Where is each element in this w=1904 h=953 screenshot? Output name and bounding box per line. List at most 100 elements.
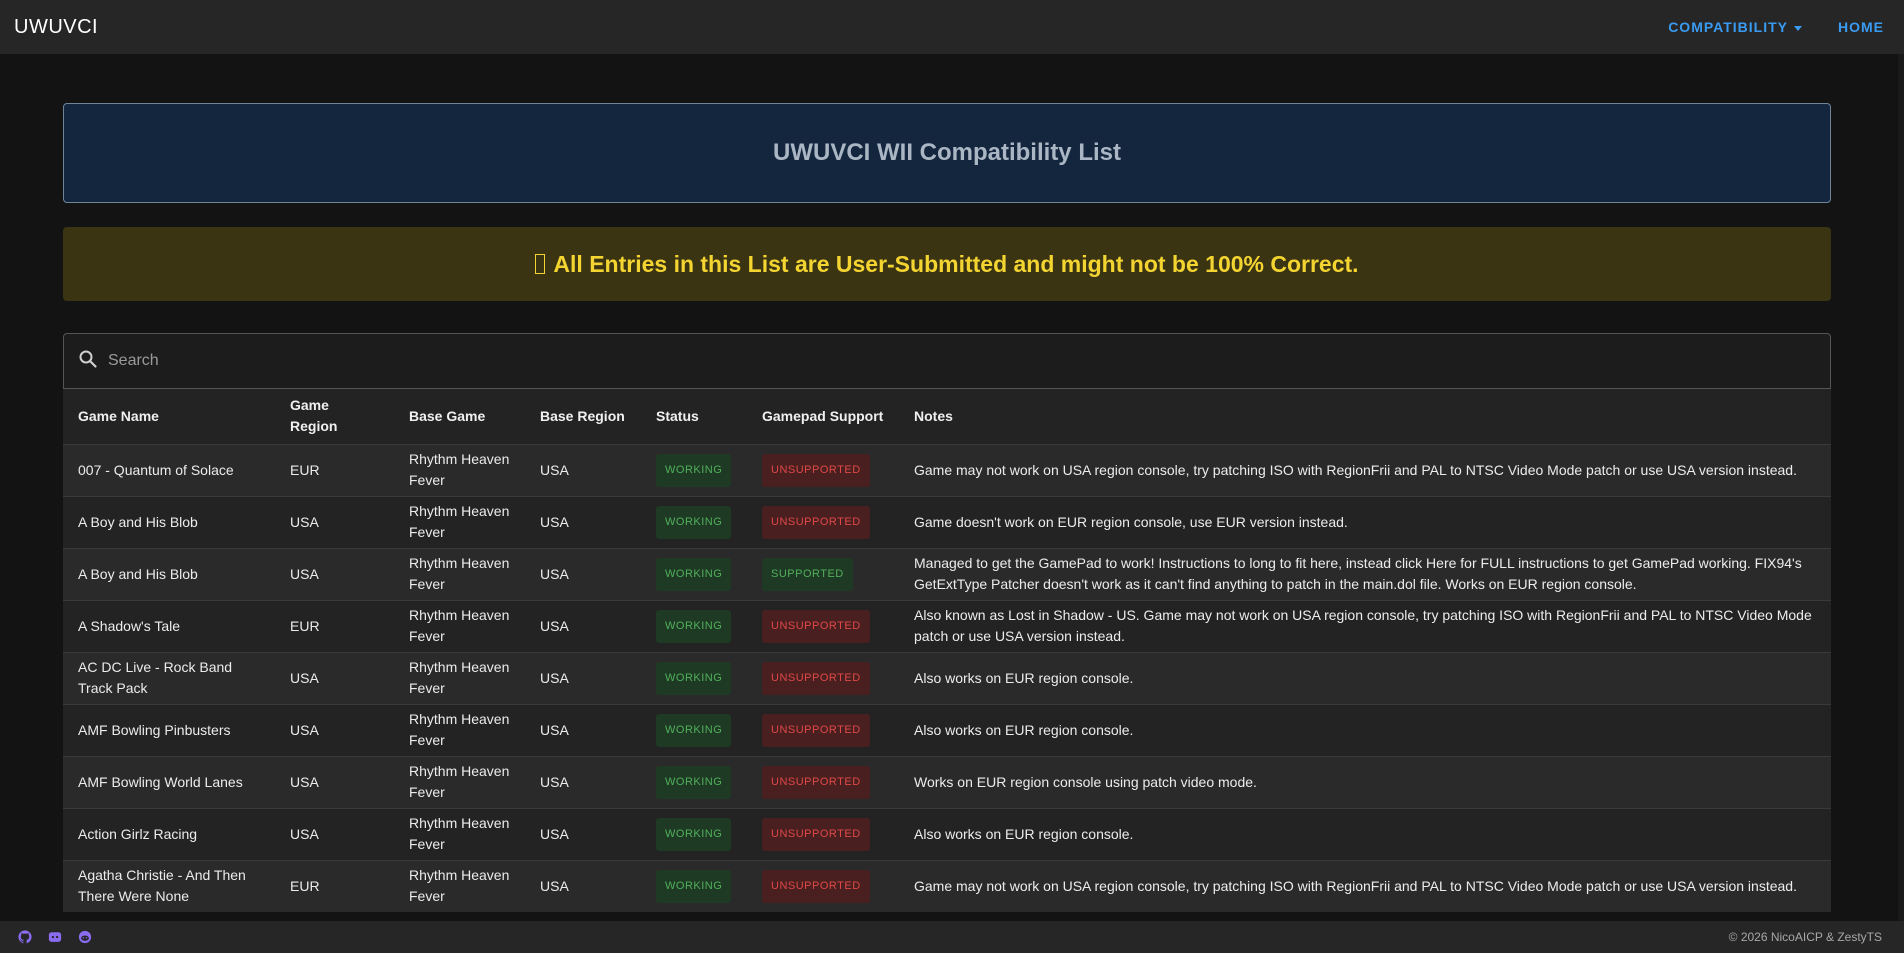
table-row: 007 - Quantum of Solace EUR Rhythm Heave… <box>63 444 1831 496</box>
cell-base-region: USA <box>540 565 569 582</box>
cell-notes: Game may not work on USA region console,… <box>914 877 1797 894</box>
cell-base-game: Rhythm Heaven Fever <box>409 711 510 748</box>
cell-game-name: AC DC Live - Rock Band Track Pack <box>78 659 233 696</box>
cell-notes: Game doesn't work on EUR region console,… <box>914 513 1348 530</box>
brand-logo[interactable]: UWUVCI <box>14 16 98 39</box>
table-row: Action Girlz Racing USA Rhythm Heaven Fe… <box>63 808 1831 860</box>
table-row: A Boy and His Blob USA Rhythm Heaven Fev… <box>63 496 1831 548</box>
search-input[interactable] <box>108 352 1758 370</box>
title-card: UWUVCI WII Compatibility List <box>63 103 1831 203</box>
warning-banner: All Entries in this List are User-Submit… <box>63 227 1831 301</box>
cell-notes: Works on EUR region console using patch … <box>914 773 1257 790</box>
cell-base-game: Rhythm Heaven Fever <box>409 815 510 852</box>
gamepad-badge: UNSUPPORTED <box>762 817 870 851</box>
gamepad-badge: UNSUPPORTED <box>762 869 870 903</box>
gamepad-badge: SUPPORTED <box>762 557 853 591</box>
cell-game-name: AMF Bowling World Lanes <box>78 773 243 790</box>
header-base-game[interactable]: Base Game <box>394 389 525 444</box>
cell-base-game: Rhythm Heaven Fever <box>409 607 510 644</box>
reddit-icon[interactable] <box>78 930 92 944</box>
nav-compatibility-dropdown[interactable]: COMPATIBILITY <box>1668 19 1802 35</box>
status-badge: WORKING <box>656 557 732 591</box>
copyright-text: © 2026 NicoAICP & ZestyTS <box>1728 930 1882 944</box>
status-badge: WORKING <box>656 505 732 539</box>
cell-notes: Game may not work on USA region console,… <box>914 461 1797 478</box>
gamepad-badge: UNSUPPORTED <box>762 661 870 695</box>
page-scrollbar[interactable] <box>1898 54 1904 921</box>
cell-status: WORKING <box>641 652 747 704</box>
header-base-region[interactable]: Base Region <box>525 389 641 444</box>
cell-gamepad: UNSUPPORTED <box>747 808 899 860</box>
cell-base-game: Rhythm Heaven Fever <box>409 763 510 800</box>
cell-base-game: Rhythm Heaven Fever <box>409 503 510 540</box>
status-badge: WORKING <box>656 869 732 903</box>
cell-notes: Also works on EUR region console. <box>914 669 1134 686</box>
social-links <box>18 930 92 944</box>
page-title: UWUVCI WII Compatibility List <box>773 139 1121 166</box>
status-badge: WORKING <box>656 713 732 747</box>
top-navbar: UWUVCI COMPATIBILITY HOME <box>0 0 1904 54</box>
table-row: AMF Bowling World Lanes USA Rhythm Heave… <box>63 756 1831 808</box>
header-status[interactable]: Status <box>641 389 747 444</box>
nav-home-link[interactable]: HOME <box>1838 19 1884 35</box>
cell-gamepad: UNSUPPORTED <box>747 600 899 652</box>
status-badge: WORKING <box>656 817 732 851</box>
header-game-name[interactable]: Game Name <box>63 389 275 444</box>
cell-game-region: USA <box>290 721 319 738</box>
discord-icon[interactable] <box>48 930 62 944</box>
cell-base-game: Rhythm Heaven Fever <box>409 867 510 905</box>
cell-game-name: A Boy and His Blob <box>78 513 198 530</box>
cell-status: WORKING <box>641 444 747 496</box>
table-header-row: Game Name Game Region Base Game Base Reg… <box>63 389 1831 444</box>
cell-game-region: EUR <box>290 877 320 894</box>
cell-base-game: Rhythm Heaven Fever <box>409 555 510 592</box>
header-notes[interactable]: Notes <box>899 389 1831 444</box>
cell-base-region: USA <box>540 825 569 842</box>
cell-base-region: USA <box>540 721 569 738</box>
status-badge: WORKING <box>656 661 732 695</box>
cell-game-region: USA <box>290 513 319 530</box>
cell-gamepad: UNSUPPORTED <box>747 496 899 548</box>
header-gamepad-support[interactable]: Gamepad Support <box>747 389 899 444</box>
cell-game-name: A Shadow's Tale <box>78 617 181 634</box>
cell-gamepad: UNSUPPORTED <box>747 756 899 808</box>
nav-compatibility-label: COMPATIBILITY <box>1668 19 1788 35</box>
cell-gamepad: UNSUPPORTED <box>747 444 899 496</box>
table-row: AMF Bowling Pinbusters USA Rhythm Heaven… <box>63 704 1831 756</box>
cell-game-name: Agatha Christie - And Then There Were No… <box>78 867 246 905</box>
status-badge: WORKING <box>656 453 732 487</box>
cell-base-region: USA <box>540 877 569 894</box>
cell-game-name: A Boy and His Blob <box>78 565 198 582</box>
cell-game-region: USA <box>290 565 319 582</box>
github-icon[interactable] <box>18 930 32 944</box>
cell-status: WORKING <box>641 756 747 808</box>
cell-base-game: Rhythm Heaven Fever <box>409 451 510 488</box>
warning-icon <box>535 254 546 274</box>
table-row: A Shadow's Tale EUR Rhythm Heaven Fever … <box>63 600 1831 652</box>
cell-status: WORKING <box>641 496 747 548</box>
cell-base-region: USA <box>540 461 569 478</box>
cell-gamepad: UNSUPPORTED <box>747 652 899 704</box>
status-badge: WORKING <box>656 609 732 643</box>
cell-notes: Also works on EUR region console. <box>914 721 1134 738</box>
gamepad-badge: UNSUPPORTED <box>762 765 870 799</box>
cell-game-region: USA <box>290 825 319 842</box>
cell-base-region: USA <box>540 669 569 686</box>
nav-menu: COMPATIBILITY HOME <box>1668 19 1890 35</box>
gamepad-badge: UNSUPPORTED <box>762 453 870 487</box>
cell-notes: Also works on EUR region console. <box>914 825 1134 842</box>
header-game-region[interactable]: Game Region <box>275 389 394 444</box>
caret-down-icon <box>1794 25 1802 31</box>
main-content: UWUVCI WII Compatibility List All Entrie… <box>63 103 1831 912</box>
cell-status: WORKING <box>641 860 747 912</box>
cell-game-region: EUR <box>290 461 320 478</box>
cell-game-region: EUR <box>290 617 320 634</box>
cell-gamepad: UNSUPPORTED <box>747 704 899 756</box>
gamepad-badge: UNSUPPORTED <box>762 609 870 643</box>
search-bar <box>63 333 1831 389</box>
cell-notes: Also known as Lost in Shadow - US. Game … <box>914 607 1812 644</box>
status-badge: WORKING <box>656 765 732 799</box>
cell-status: WORKING <box>641 704 747 756</box>
search-icon <box>78 349 98 374</box>
cell-game-region: USA <box>290 773 319 790</box>
